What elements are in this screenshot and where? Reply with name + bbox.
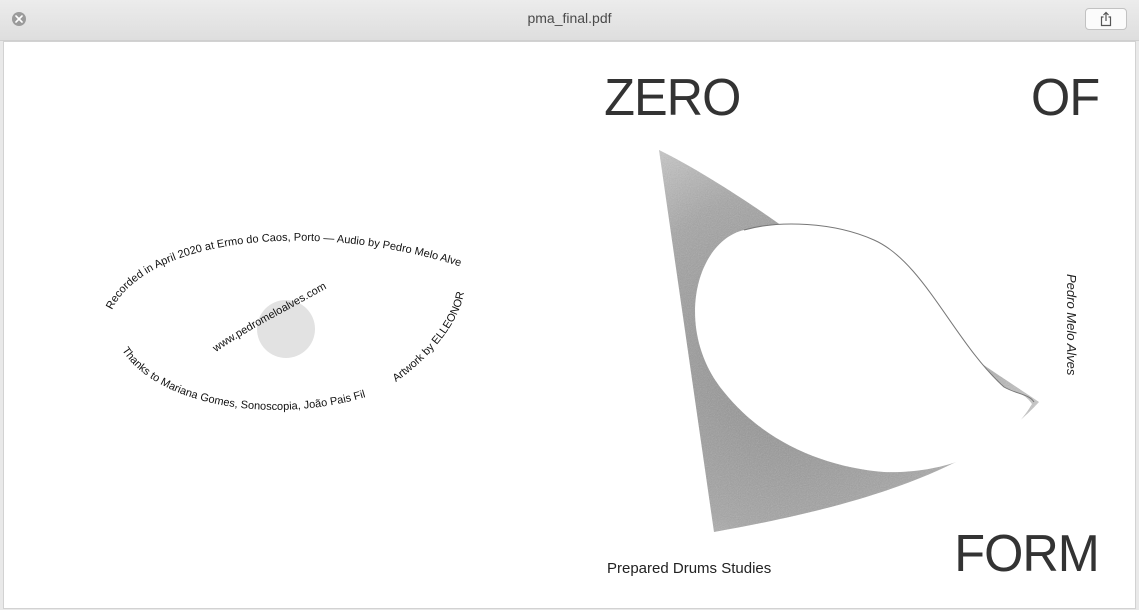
title-word-zero: ZERO xyxy=(604,69,741,127)
title-word-form: FORM xyxy=(954,525,1100,583)
pdf-page: Recorded in April 2020 at Ermo do Caos, … xyxy=(3,41,1136,609)
share-icon xyxy=(1100,11,1112,27)
share-button[interactable] xyxy=(1085,8,1127,30)
album-subtitle: Prepared Drums Studies xyxy=(607,560,772,577)
svg-text:Thanks to Mariana Gomes, Sonos: Thanks to Mariana Gomes, Sonoscopia, Joã… xyxy=(4,42,367,413)
artwork-credit: Artwork by ELLEONOR xyxy=(391,290,467,384)
cover-artwork xyxy=(659,150,1039,532)
recording-credit: Recorded in April 2020 at Ermo do Caos, … xyxy=(4,42,463,311)
svg-text:Artwork by ELLEONOR: Artwork by ELLEONOR xyxy=(391,290,467,384)
svg-text:Recorded in April 2020 at Ermo: Recorded in April 2020 at Ermo do Caos, … xyxy=(4,42,463,311)
artist-name: Pedro Melo Alves xyxy=(1064,274,1079,376)
thanks-credit: Thanks to Mariana Gomes, Sonoscopia, Joã… xyxy=(4,42,367,413)
window-title: pma_final.pdf xyxy=(527,10,612,26)
window-titlebar: pma_final.pdf xyxy=(0,0,1139,41)
title-word-of: OF xyxy=(1031,69,1100,127)
